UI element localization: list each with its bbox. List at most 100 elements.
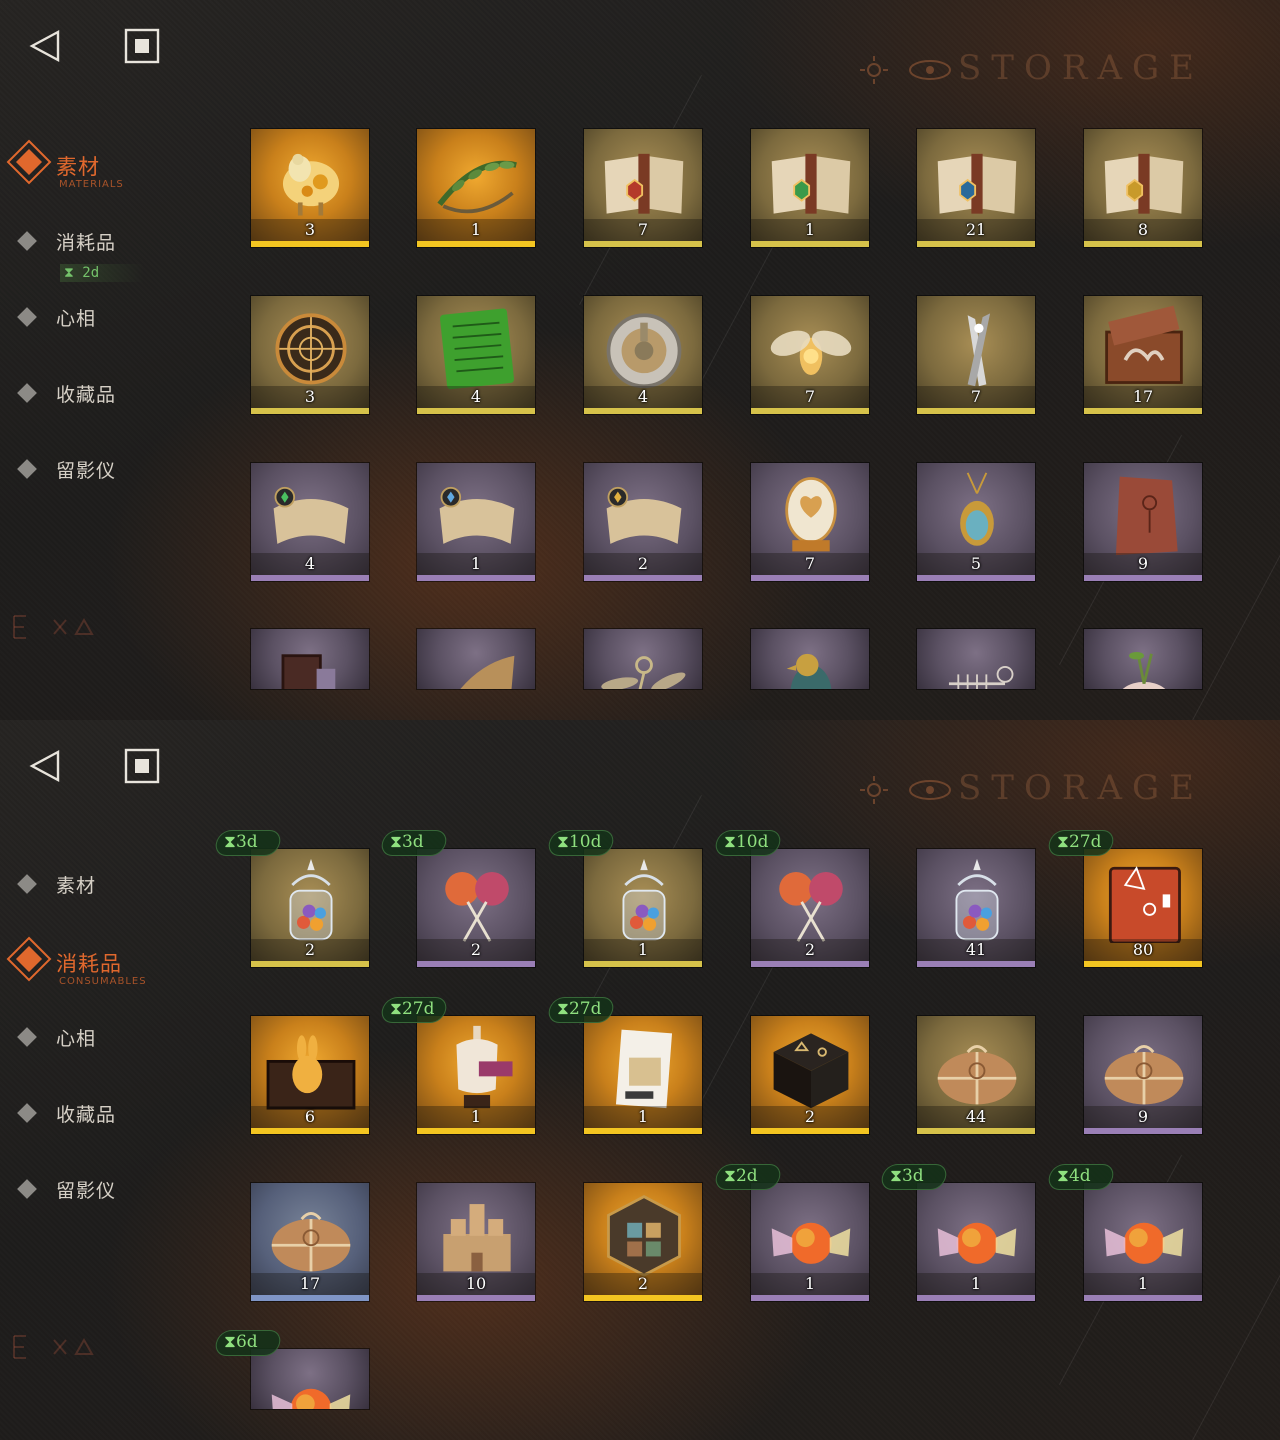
inventory-item[interactable]: 4	[416, 295, 536, 415]
inventory-item[interactable]: 10	[416, 1182, 536, 1302]
inventory-item[interactable]	[916, 628, 1036, 690]
case-with-claw-icon	[1105, 305, 1183, 384]
inventory-item[interactable]: 1 ⧗4d	[1046, 1164, 1203, 1302]
sidebar-item-materials[interactable]: 素材	[16, 865, 216, 905]
inventory-item[interactable]: 17	[1083, 295, 1203, 415]
sidebar-item-label: 留影仪	[56, 460, 117, 482]
inventory-item[interactable]: 1	[416, 462, 536, 582]
inventory-item[interactable]: 44	[916, 1015, 1036, 1135]
inventory-item[interactable]	[416, 628, 536, 690]
item-count: 2	[470, 940, 482, 959]
skeleton-animal-icon	[948, 665, 1014, 689]
inventory-item[interactable]: 21	[916, 128, 1036, 248]
item-frame: 1	[750, 1182, 870, 1302]
inventory-item[interactable]: 7	[750, 295, 870, 415]
item-frame	[416, 628, 536, 690]
inventory-item[interactable]: 7	[583, 128, 703, 248]
sidebar-item-collectibles[interactable]: 收藏品	[16, 374, 216, 414]
inventory-item[interactable]: 4	[250, 462, 370, 582]
item-count: 2	[804, 1107, 816, 1126]
inventory-item[interactable]: 4	[583, 295, 703, 415]
rarity-bar	[1084, 1295, 1202, 1301]
item-count: 9	[1137, 1107, 1149, 1126]
sidebar-item-recorder[interactable]: 留影仪	[16, 1170, 216, 1210]
item-frame: 1	[583, 1015, 703, 1135]
inventory-item[interactable]	[583, 628, 703, 690]
ornate-egg-icon	[785, 477, 837, 552]
rarity-bar	[417, 241, 535, 247]
item-count: 9	[1137, 554, 1149, 573]
inventory-item[interactable]: 3	[250, 128, 370, 248]
item-count: 7	[804, 554, 816, 573]
storage-panel-materials: STORAGE 素材 MATERIALS 消耗品 ⧗ 2d 心相 收藏品 留影仪 3 1 7 1 21 8…	[0, 0, 1280, 720]
item-count: 3	[304, 387, 316, 406]
item-frame: 7	[750, 295, 870, 415]
sidebar-item-psychube[interactable]: 心相	[16, 1018, 216, 1058]
item-count: 1	[637, 940, 649, 959]
inventory-item[interactable]: 1 ⧗10d	[546, 830, 703, 968]
inventory-item[interactable]: 7	[750, 462, 870, 582]
rarity-bar	[417, 575, 535, 581]
rune-book-icon	[1108, 866, 1181, 943]
rarity-bar	[417, 1295, 535, 1301]
inventory-item[interactable]: 3	[250, 295, 370, 415]
inventory-item[interactable]: 1 ⧗2d	[713, 1164, 870, 1302]
item-frame: 80	[1083, 848, 1203, 968]
inventory-item[interactable]: 7	[916, 295, 1036, 415]
sidebar-item-consumables[interactable]: 消耗品 CONSUMABLES	[6, 936, 216, 987]
inventory-item[interactable]: 2 ⧗10d	[713, 830, 870, 968]
inventory-item[interactable]: 2 ⧗3d	[379, 830, 536, 968]
rarity-bar	[751, 1295, 869, 1301]
item-count: 1	[804, 1274, 816, 1293]
item-frame: 2	[750, 848, 870, 968]
hourglass-icon: ⧗	[1057, 1166, 1069, 1186]
item-count: 10	[465, 1274, 487, 1293]
inventory-item[interactable]	[250, 628, 370, 690]
inventory-item[interactable]: 1	[750, 128, 870, 248]
inventory-item[interactable]: 80 ⧗27d	[1046, 830, 1203, 968]
sidebar-item-materials[interactable]: 素材 MATERIALS	[6, 139, 216, 190]
inventory-item[interactable]: 8	[1083, 128, 1203, 248]
inventory-item[interactable]: 1 ⧗27d	[379, 997, 536, 1135]
expiry-text: 2d	[735, 1166, 758, 1186]
inventory-item[interactable]: 1 ⧗27d	[546, 997, 703, 1135]
expiry-badge: ⧗3d	[213, 830, 283, 856]
inventory-item[interactable]: 2	[583, 462, 703, 582]
sidebar-item-recorder[interactable]: 留影仪	[16, 450, 216, 490]
rarity-bar	[1084, 1128, 1202, 1134]
inventory-item[interactable]: 2 ⧗3d	[213, 830, 370, 968]
scroll-gold-icon	[606, 486, 682, 544]
inventory-item[interactable]	[750, 628, 870, 690]
inventory-item[interactable]: 2	[750, 1015, 870, 1135]
item-count: 5	[970, 554, 982, 573]
inventory-item[interactable]: 41	[916, 848, 1036, 968]
item-frame: 2	[583, 1182, 703, 1302]
item-count: 6	[304, 1107, 316, 1126]
timer-text: 2d	[82, 265, 100, 281]
item-count: 41	[965, 940, 987, 959]
inventory-item[interactable]: 9	[1083, 1015, 1203, 1135]
rarity-bar	[917, 1128, 1035, 1134]
item-frame: 1	[416, 1015, 536, 1135]
sidebar-item-collectibles[interactable]: 收藏品	[16, 1094, 216, 1134]
inventory-item[interactable]: 1 ⧗3d	[879, 1164, 1036, 1302]
inventory-item[interactable]: 9	[1083, 462, 1203, 582]
inventory-item[interactable]: 17	[250, 1182, 370, 1302]
inventory-item[interactable]	[1083, 628, 1203, 690]
sidebar-item-psychube[interactable]: 心相	[16, 298, 216, 338]
inventory-item[interactable]: 1	[416, 128, 536, 248]
sidebar-item-sublabel: MATERIALS	[59, 179, 124, 190]
item-frame: 9	[1083, 462, 1203, 582]
sidebar-item-label: 心相	[56, 308, 97, 330]
rarity-bar	[917, 961, 1035, 967]
expiry-badge: ⧗10d	[546, 830, 616, 856]
expiry-badge: ⧗2d	[713, 1164, 783, 1190]
item-count: 44	[965, 1107, 987, 1126]
sidebar-item-consumables[interactable]: 消耗品	[16, 222, 216, 262]
inventory-item[interactable]: 2	[583, 1182, 703, 1302]
item-count: 17	[1132, 387, 1154, 406]
inventory-item[interactable]: 5	[916, 462, 1036, 582]
rune-table-icon	[773, 1033, 849, 1109]
inventory-item[interactable]: ⧗6d	[213, 1330, 370, 1410]
inventory-item[interactable]: 6	[250, 1015, 370, 1135]
